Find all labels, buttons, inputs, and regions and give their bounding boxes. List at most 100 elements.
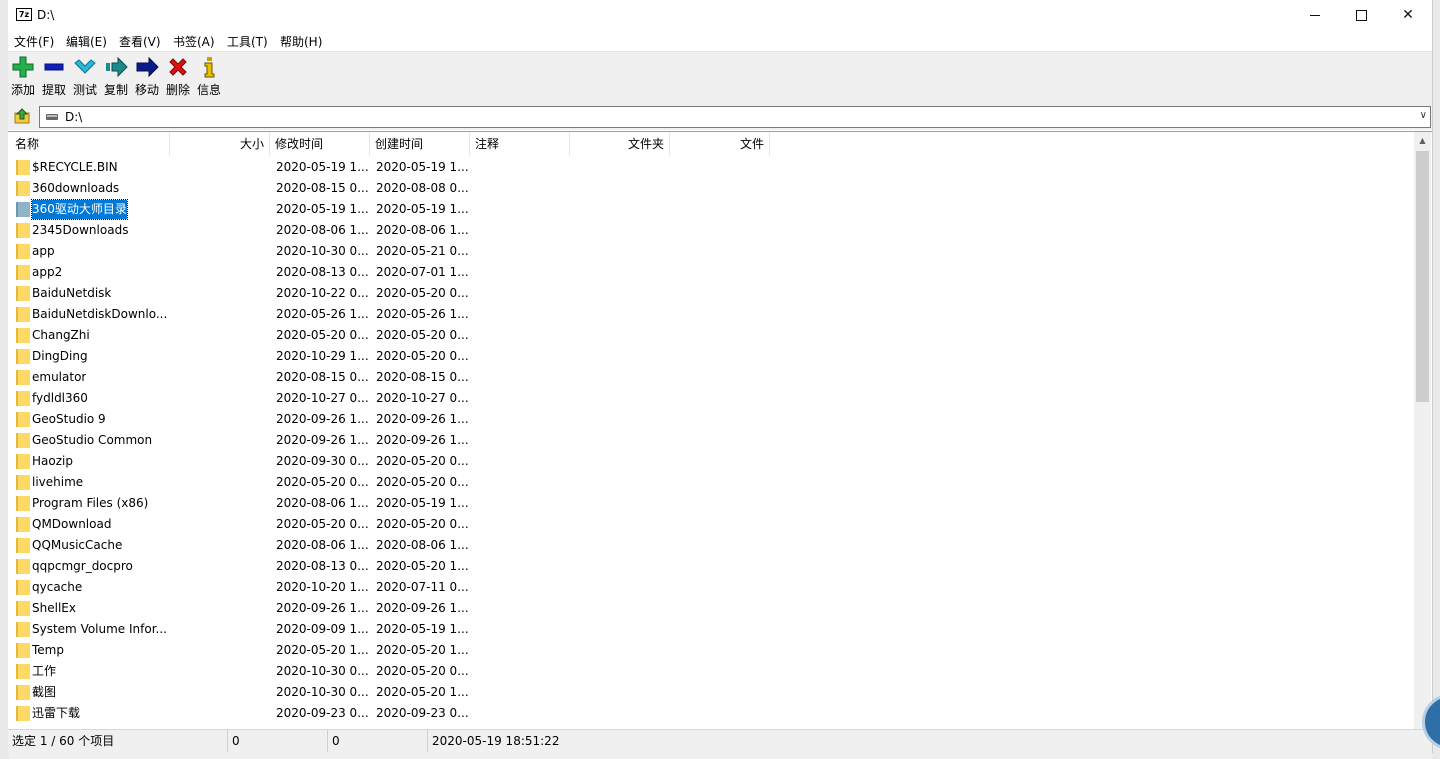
list-item[interactable]: fydldl360 2020-10-27 0... 2020-10-27 0... [8,388,1414,409]
menu-view[interactable]: 查看(V) [119,33,161,50]
list-item[interactable]: Haozip 2020-09-30 0... 2020-05-20 0... [8,451,1414,472]
extract-label: 提取 [41,83,66,97]
folder-icon [16,706,30,721]
add-button[interactable]: 添加 [8,55,38,98]
scroll-up-icon[interactable]: ▲ [1414,134,1431,148]
folder-icon [16,601,30,616]
list-item[interactable]: 截图 2020-10-30 0... 2020-05-20 1... [8,682,1414,703]
copy-arrow-icon [106,56,128,78]
folder-icon [16,643,30,658]
menu-help[interactable]: 帮助(H) [280,33,322,50]
info-button[interactable]: 信息 [194,55,224,98]
test-button[interactable]: 测试 [70,55,100,98]
list-item[interactable]: GeoStudio 9 2020-09-26 1... 2020-09-26 1..… [8,409,1414,430]
list-item[interactable]: ChangZhi 2020-05-20 0... 2020-05-20 0... [8,325,1414,346]
item-name: Haozip [32,454,73,468]
maximize-button[interactable] [1338,0,1384,31]
list-item[interactable]: BaiduNetdisk 2020-10-22 0... 2020-05-20 0.… [8,283,1414,304]
column-name[interactable]: 名称 [10,132,170,156]
column-size[interactable]: 大小 [170,132,270,156]
list-item[interactable]: livehime 2020-05-20 0... 2020-05-20 0... [8,472,1414,493]
title-bar[interactable]: 7z D:\ ✕ [8,0,1432,31]
item-modified: 2020-05-20 0... [276,475,369,489]
menu-edit[interactable]: 编辑(E) [66,33,107,50]
folder-icon [16,454,30,469]
list-item[interactable]: 360downloads 2020-08-15 0... 2020-08-08 0.… [8,178,1414,199]
list-item[interactable]: qqpcmgr_docpro 2020-08-13 0... 2020-05-20 … [8,556,1414,577]
item-name: System Volume Infor... [32,622,167,636]
item-created: 2020-05-19 1... [376,160,469,174]
list-item[interactable]: Program Files (x86) 2020-08-06 1... 2020-0… [8,493,1414,514]
list-item[interactable]: emulator 2020-08-15 0... 2020-08-15 0... [8,367,1414,388]
status-packed: 0 [328,730,428,752]
folder-icon [16,244,30,259]
list-item[interactable]: BaiduNetdiskDownlo... 2020-05-26 1... 2020… [8,304,1414,325]
item-created: 2020-05-20 0... [376,349,469,363]
folder-icon [16,349,30,364]
copy-button[interactable]: 复制 [101,55,131,98]
maximize-icon [1355,9,1367,21]
item-modified: 2020-09-09 1... [276,622,369,636]
close-button[interactable]: ✕ [1385,0,1431,31]
item-modified: 2020-05-26 1... [276,307,369,321]
item-created: 2020-05-20 0... [376,475,469,489]
folder-icon [16,475,30,490]
item-created: 2020-09-26 1... [376,433,469,447]
column-created[interactable]: 创建时间 [370,132,470,156]
list-item[interactable]: QQMusicCache 2020-08-06 1... 2020-08-06 1.… [8,535,1414,556]
list-item[interactable]: qycache 2020-10-20 1... 2020-07-11 0... [8,577,1414,598]
list-item[interactable]: DingDing 2020-10-29 1... 2020-05-20 0... [8,346,1414,367]
extract-button[interactable]: 提取 [39,55,69,98]
item-name: ShellEx [32,601,76,615]
folder-icon [16,181,30,196]
list-item[interactable]: 迅雷下载 2020-09-23 0... 2020-09-23 0... [8,703,1414,724]
item-created: 2020-10-27 0... [376,391,469,405]
file-list[interactable]: 名称 大小 修改时间 创建时间 注释 文件夹 文件 $RECYCLE.BIN 20… [8,131,1432,729]
list-item[interactable]: app2 2020-08-13 0... 2020-07-01 1... [8,262,1414,283]
folder-icon [16,559,30,574]
column-folders[interactable]: 文件夹 [570,132,670,156]
list-item[interactable]: QMDownload 2020-05-20 0... 2020-05-20 0... [8,514,1414,535]
add-plus-icon [12,56,34,78]
list-item[interactable]: 2345Downloads 2020-08-06 1... 2020-08-06 1… [8,220,1414,241]
item-created: 2020-09-26 1... [376,412,469,426]
menu-bookmarks[interactable]: 书签(A) [173,33,215,50]
floating-assistant-icon[interactable] [1420,694,1440,750]
list-item[interactable]: GeoStudio Common 2020-09-26 1... 2020-09-2… [8,430,1414,451]
list-item[interactable]: 360驱动大师目录 2020-05-19 1... 2020-05-19 1... [8,199,1414,220]
7z-app-icon: 7z [16,8,32,21]
scrollbar-thumb[interactable] [1416,151,1429,402]
vertical-scrollbar[interactable]: ▲ [1414,132,1431,729]
address-input[interactable]: D:\ ∨ [39,106,1431,128]
menu-tools[interactable]: 工具(T) [227,33,268,50]
item-name: qqpcmgr_docpro [32,559,133,573]
item-modified: 2020-08-06 1... [276,223,369,237]
item-name: livehime [32,475,84,489]
info-label: 信息 [196,83,221,97]
column-files[interactable]: 文件 [670,132,770,156]
folder-icon [16,307,30,322]
up-folder-button[interactable] [11,107,33,127]
list-item[interactable]: app 2020-10-30 0... 2020-05-21 0... [8,241,1414,262]
status-size: 0 [228,730,328,752]
move-button[interactable]: 移动 [132,55,162,98]
list-item[interactable]: $RECYCLE.BIN 2020-05-19 1... 2020-05-19 1.… [8,157,1414,178]
item-created: 2020-05-20 1... [376,643,469,657]
menu-file[interactable]: 文件(F) [14,33,54,50]
column-modified[interactable]: 修改时间 [270,132,370,156]
test-check-icon [74,59,96,74]
address-value: D:\ [65,110,83,124]
delete-button[interactable]: 删除 [163,55,193,98]
item-modified: 2020-08-06 1... [276,496,369,510]
item-modified: 2020-09-30 0... [276,454,369,468]
chevron-down-icon[interactable]: ∨ [1420,110,1427,121]
list-item[interactable]: System Volume Infor... 2020-09-09 1... 202… [8,619,1414,640]
item-created: 2020-05-20 0... [376,286,469,300]
minimize-button[interactable] [1292,0,1338,31]
list-item[interactable]: Temp 2020-05-20 1... 2020-05-20 1... [8,640,1414,661]
list-item[interactable]: 工作 2020-10-30 0... 2020-05-20 0... [8,661,1414,682]
item-modified: 2020-08-15 0... [276,181,369,195]
list-item[interactable]: ShellEx 2020-09-26 1... 2020-09-26 1... [8,598,1414,619]
column-comment[interactable]: 注释 [470,132,570,156]
item-name: GeoStudio 9 [32,412,106,426]
